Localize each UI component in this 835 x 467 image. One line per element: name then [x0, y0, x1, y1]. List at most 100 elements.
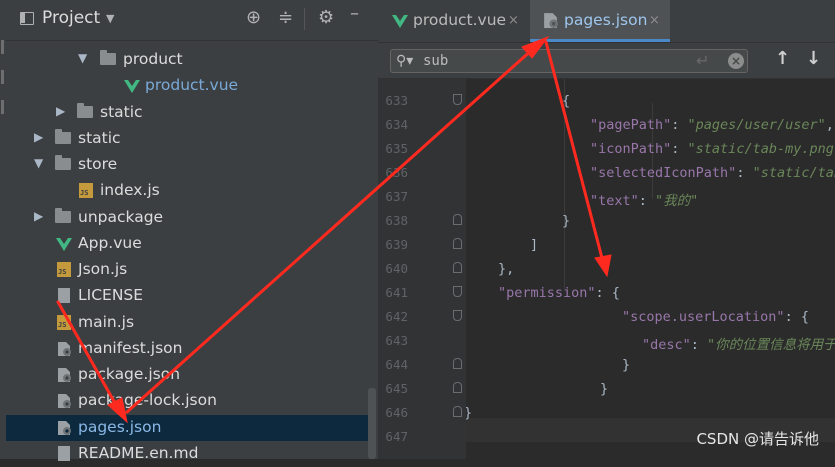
code-line: "scope.userLocation": {: [622, 309, 809, 325]
fold-marker-icon[interactable]: [453, 358, 462, 369]
tree-row-license[interactable]: LICENSE: [6, 283, 368, 309]
fold-marker-icon[interactable]: [453, 310, 462, 321]
editor: product.vue × pages.json × ⚲▾ sub ↵ × ↑ …: [378, 0, 835, 459]
collapse-all-icon[interactable]: ≑: [278, 8, 293, 28]
code-token: : {: [595, 285, 620, 301]
tree-row-index-js[interactable]: JS index.js: [6, 178, 368, 204]
line-number: 641: [385, 285, 408, 300]
json-file-icon: [58, 394, 71, 408]
tree-item-label: manifest.json: [78, 339, 183, 357]
code-token: ,: [825, 117, 834, 133]
tree-row-main-js[interactable]: JS main.js: [6, 310, 368, 336]
tab-pages-json[interactable]: pages.json ×: [530, 0, 670, 42]
code-line: "desc": "你的位置信息将用于: [642, 333, 835, 353]
json-file-icon: [58, 342, 71, 356]
json-file-icon: [58, 368, 71, 382]
strip-marker[interactable]: [1, 40, 4, 54]
tree-item-label: main.js: [78, 313, 135, 331]
expand-arrow-icon[interactable]: ▼: [78, 51, 87, 65]
tree-item-label: package.json: [78, 365, 181, 383]
indent-guide: [564, 79, 565, 289]
fold-marker-icon[interactable]: [453, 406, 462, 417]
next-occurrence-button[interactable]: ↓: [806, 48, 821, 69]
text-file-icon: [58, 288, 70, 303]
code-token: "你的位置信息将用于: [707, 337, 835, 353]
tree-row-pages-json[interactable]: pages.json: [6, 415, 368, 441]
project-icon: [20, 12, 34, 25]
code-token: :: [671, 141, 688, 157]
minimize-icon[interactable]: –: [350, 4, 359, 24]
previous-occurrence-button[interactable]: ↑: [775, 48, 790, 69]
tree-item-label: store: [78, 155, 118, 173]
close-icon[interactable]: ×: [508, 13, 519, 28]
chevron-down-icon[interactable]: ▼: [106, 12, 114, 25]
tree-row-json-js[interactable]: JS Json.js: [6, 257, 368, 283]
strip-marker[interactable]: [1, 100, 4, 114]
tree-row-static-nested[interactable]: ▶ static: [6, 100, 368, 126]
code-token: : {: [784, 309, 809, 325]
code-token: :: [690, 337, 708, 353]
folder-icon: [55, 208, 71, 223]
code-line: {: [562, 93, 570, 109]
folder-icon: [55, 129, 71, 144]
line-number: 635: [385, 141, 408, 156]
locate-icon[interactable]: ⊕: [246, 8, 261, 28]
js-file-icon: JS: [57, 262, 71, 277]
line-number: 636: [385, 165, 408, 180]
tree-row-product-vue[interactable]: product.vue: [6, 73, 368, 99]
tree-row-package-json[interactable]: package.json: [6, 362, 368, 388]
line-number: 639: [385, 237, 408, 252]
search-input[interactable]: ⚲▾ sub ↵ ×: [390, 49, 748, 73]
editor-tab-bar: product.vue × pages.json ×: [378, 0, 835, 43]
code-line: }: [466, 405, 472, 421]
fold-marker-icon[interactable]: [453, 238, 462, 249]
fold-marker-icon[interactable]: [453, 214, 462, 225]
tree-item-label: index.js: [100, 181, 160, 199]
line-number: 647: [385, 429, 408, 444]
project-panel: Project ▼ ⊕ ≑ ⚙ – ▼ product product.vue …: [6, 0, 378, 462]
tree-row-app-vue[interactable]: App.vue: [6, 231, 368, 257]
code-line: "iconPath": "static/tab-my.png": [590, 141, 835, 157]
code-token: "static/tab-my.png": [687, 141, 835, 157]
tree-row-product-folder[interactable]: ▼ product: [6, 47, 368, 73]
strip-marker[interactable]: [1, 70, 4, 84]
fold-marker-icon[interactable]: [453, 94, 462, 105]
vue-file-icon: [56, 238, 72, 251]
tree-row-package-lock-json[interactable]: package-lock.json: [6, 388, 368, 414]
tree-row-static[interactable]: ▶ static: [6, 126, 368, 152]
collapsed-arrow-icon[interactable]: ▶: [56, 104, 65, 118]
tree-row-manifest-json[interactable]: manifest.json: [6, 336, 368, 362]
project-scrollbar[interactable]: [368, 388, 376, 459]
tree-row-readme[interactable]: README.en.md: [6, 441, 368, 467]
line-number: 640: [385, 261, 408, 276]
tab-product-vue[interactable]: product.vue ×: [378, 0, 528, 42]
tree-item-label: LICENSE: [78, 286, 144, 304]
code-line: "pagePath": "pages/user/user",: [590, 117, 834, 133]
gear-icon[interactable]: ⚙: [318, 8, 334, 28]
tree-item-label: unpackage: [78, 208, 164, 226]
tab-label: pages.json: [564, 11, 648, 29]
close-icon[interactable]: ×: [649, 13, 660, 28]
tree-row-unpackage[interactable]: ▶ unpackage: [6, 205, 368, 231]
code-token: :: [671, 117, 688, 133]
fold-marker-icon[interactable]: [453, 262, 462, 273]
project-panel-title[interactable]: Project: [42, 8, 100, 28]
code-token: "pages/user/user": [687, 117, 826, 133]
fold-marker-icon[interactable]: [453, 286, 462, 297]
collapsed-arrow-icon[interactable]: ▶: [34, 130, 43, 144]
tree-row-store[interactable]: ▼ store: [6, 152, 368, 178]
fold-marker-icon[interactable]: [453, 382, 462, 393]
code-token: "text": [590, 193, 639, 209]
clear-search-icon[interactable]: ×: [728, 53, 744, 69]
find-bar: ⚲▾ sub ↵ × ↑ ↓: [378, 43, 835, 79]
header-divider: [304, 8, 305, 30]
collapsed-arrow-icon[interactable]: ▶: [34, 209, 43, 223]
tree-item-label: package-lock.json: [78, 391, 217, 409]
code-token: }: [600, 381, 609, 397]
line-number: 644: [385, 357, 408, 372]
expand-arrow-icon[interactable]: ▼: [34, 156, 43, 170]
tree-item-label: App.vue: [78, 234, 142, 252]
code-area[interactable]: { "pagePath": "pages/user/user", "iconPath…: [466, 79, 835, 459]
search-icon[interactable]: ⚲▾: [396, 53, 413, 69]
folder-icon: [55, 155, 71, 170]
